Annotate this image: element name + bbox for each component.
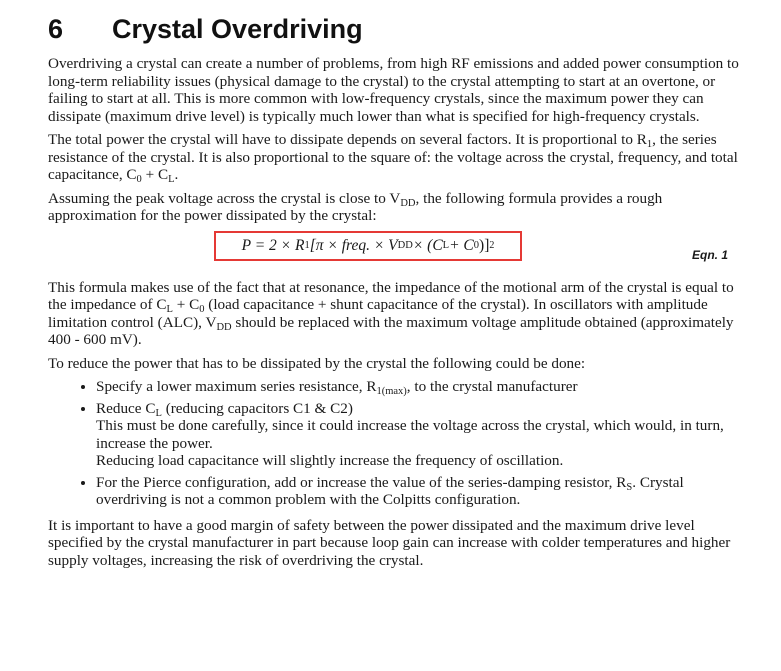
section-title: Crystal Overdriving — [112, 14, 363, 44]
power-equation: P = 2 × R1 [π × freq. × V DD × (C L + C 0)]… — [214, 230, 522, 261]
equation-label: Eqn. 1 — [691, 247, 728, 262]
section-heading: 6 Crystal Overdriving — [48, 14, 748, 45]
paragraph-total-power: The total power the crystal will have to… — [48, 131, 738, 185]
list-item: Specify a lower maximum series resistanc… — [96, 378, 748, 397]
paragraph-intro: Overdriving a crystal can create a numbe… — [48, 55, 739, 125]
reduction-list: Specify a lower maximum series resistanc… — [48, 378, 748, 509]
paragraph-resonance: This formula makes use of the fact that … — [48, 278, 734, 349]
equation-row: P = 2 × R1 [π × freq. × V DD × (C L + C 0)]… — [48, 230, 748, 271]
paragraph-assumption: Assuming the peak voltage across the cry… — [48, 189, 663, 225]
list-item: Reduce CL (reducing capacitors C1 & C2)T… — [96, 400, 748, 470]
paragraph-safety-margin: It is important to have a good margin of… — [48, 516, 731, 569]
section-number: 6 — [48, 14, 64, 44]
document-page: 6 Crystal Overdriving Overdriving a crys… — [48, 14, 748, 575]
list-item: For the Pierce configuration, add or inc… — [96, 474, 748, 509]
paragraph-reduce-intro: To reduce the power that has to be dissi… — [48, 354, 586, 372]
